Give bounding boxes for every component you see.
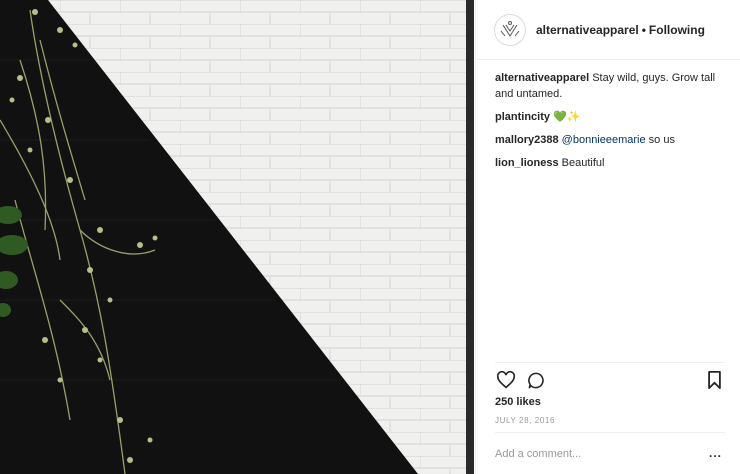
divider	[495, 432, 725, 433]
speech-bubble-icon[interactable]	[525, 369, 547, 391]
post-date: JULY 28, 2016	[495, 416, 555, 425]
header-text: alternativeapparel • Following	[536, 23, 705, 37]
follow-status-button[interactable]: Following	[649, 23, 705, 37]
author-username[interactable]: alternativeapparel	[536, 23, 639, 37]
divider	[495, 362, 725, 363]
caption-comment: alternativeapparel Stay wild, guys. Grow…	[495, 70, 727, 102]
bookmark-icon[interactable]	[703, 369, 725, 391]
action-bar	[495, 369, 725, 391]
comment-item: plantincity 💚✨	[495, 109, 727, 125]
post-header: alternativeapparel • Following	[476, 0, 740, 60]
comment-username[interactable]: mallory2388	[495, 134, 559, 146]
post-details-panel: alternativeapparel • Following alternative…	[475, 0, 740, 474]
comment-item: mallory2388 @bonnieeemarie so us	[495, 132, 727, 148]
add-comment-input[interactable]	[495, 446, 695, 462]
sparkle-emoji: ✨	[566, 111, 581, 123]
comment-text: Beautiful	[558, 157, 605, 169]
more-options-button[interactable]: ...	[709, 446, 722, 460]
comment-item: lion_lioness Beautiful	[495, 155, 727, 171]
green-heart-emoji: 💚	[553, 111, 567, 123]
likes-count[interactable]: 250 likes	[495, 396, 541, 408]
comment-mention[interactable]: @bonnieeemarie	[562, 134, 646, 146]
comment-username[interactable]: lion_lioness	[495, 157, 559, 169]
heart-outline-icon[interactable]	[495, 369, 517, 391]
brand-logo-icon[interactable]	[494, 13, 526, 46]
comment-text: so us	[645, 134, 675, 146]
brick-wall-photo	[0, 0, 474, 474]
comments-list: alternativeapparel Stay wild, guys. Grow…	[495, 70, 727, 178]
header-separator: •	[641, 22, 646, 37]
comment-username[interactable]: plantincity	[495, 111, 550, 123]
comment-username[interactable]: alternativeapparel	[495, 72, 589, 84]
post-photo[interactable]	[0, 0, 474, 474]
